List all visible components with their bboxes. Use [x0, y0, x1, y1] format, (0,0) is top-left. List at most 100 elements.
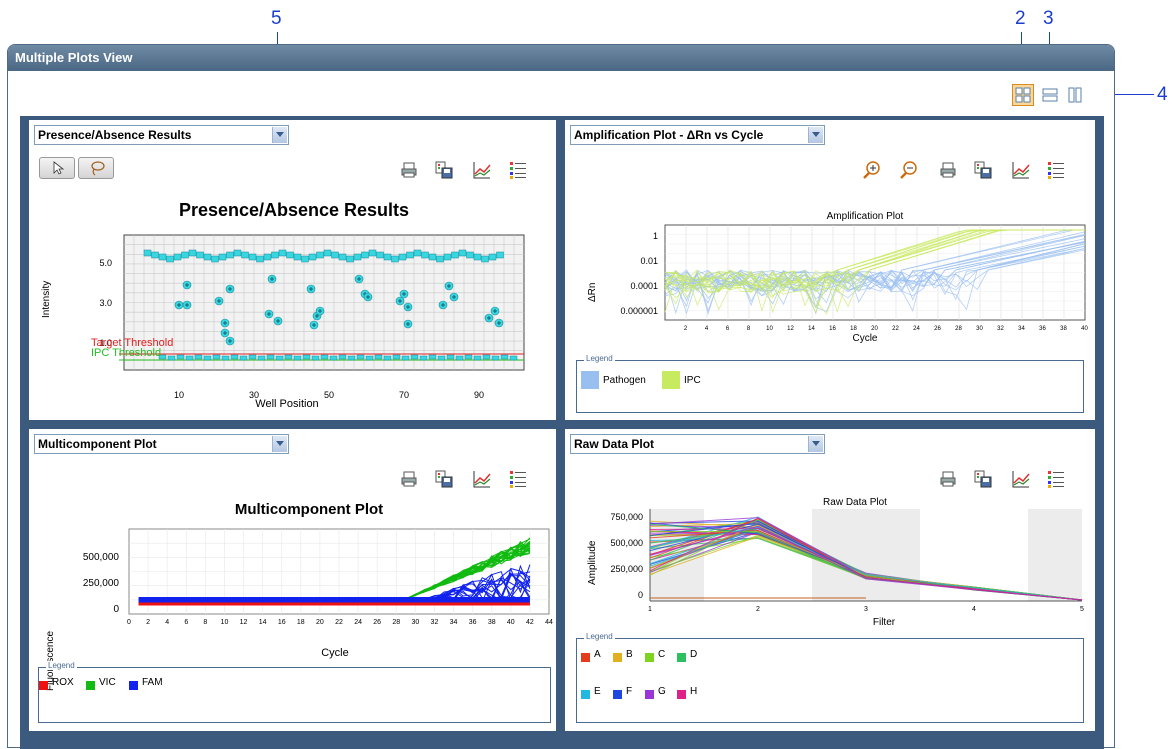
- y-axis-label: Intensity: [41, 281, 52, 318]
- x-tick-label: 44: [545, 619, 553, 626]
- x-tick-label: 4: [165, 619, 169, 626]
- plot-point: [226, 251, 234, 259]
- layout-rows-button[interactable]: [1039, 84, 1061, 106]
- plot-point: [329, 355, 338, 361]
- plot-point: [356, 354, 365, 360]
- y-tick-label: 0: [113, 604, 119, 615]
- plot-point: [176, 354, 185, 360]
- x-tick-label: 40: [1081, 326, 1088, 332]
- x-tick-label: 26: [373, 619, 381, 626]
- x-tick-label: 30: [976, 326, 983, 332]
- f-swatch: [613, 690, 622, 699]
- plot-point: [458, 249, 467, 257]
- x-tick-label: 8: [747, 326, 751, 332]
- y-tick-label: 500,000: [610, 538, 643, 548]
- plot-point: [158, 253, 167, 261]
- legend-item-fam: FAM: [129, 675, 163, 690]
- plot-point: [368, 249, 377, 257]
- plot-point: [496, 251, 504, 259]
- plot-point: [218, 253, 227, 261]
- x-tick-label: 40: [507, 619, 515, 626]
- y-tick-label: 500,000: [83, 552, 120, 563]
- rows-layout-icon: [1042, 88, 1058, 102]
- plot-point: [338, 253, 347, 261]
- plot-point: [248, 354, 257, 360]
- plot-point: [347, 355, 356, 361]
- x-tick-label: 38: [488, 619, 496, 626]
- x-tick-label: 14: [808, 326, 815, 332]
- g-swatch: [645, 690, 654, 699]
- x-tick-label: 5: [1080, 606, 1084, 613]
- band: [1028, 509, 1082, 601]
- x-tick-label: 30: [411, 619, 419, 626]
- plot-point: [392, 354, 401, 360]
- plot-point: [286, 251, 294, 259]
- plot-area: 1 2 3 4 5: [648, 509, 1084, 613]
- layout-grid-button[interactable]: [1012, 84, 1034, 106]
- y-tick-label: 5.0: [99, 258, 112, 268]
- plot-point: [481, 255, 489, 263]
- x-tick-label: 2: [146, 619, 150, 626]
- plot-point: [509, 355, 518, 361]
- fam-band: [138, 597, 530, 603]
- plot-point: [173, 253, 182, 261]
- legend-item-e: E: [581, 684, 601, 699]
- plot-point: [293, 355, 302, 361]
- x-tick-label: 28: [955, 326, 962, 332]
- plot-point: [167, 355, 176, 361]
- plot-point: [365, 355, 374, 361]
- x-tick-label: 4: [972, 606, 976, 613]
- plot-point: [233, 249, 242, 257]
- ipc-threshold-label: IPC Threshold: [91, 347, 161, 359]
- plot-point: [188, 249, 197, 257]
- plot-point: [196, 251, 204, 259]
- plot-point: [428, 354, 437, 360]
- x-tick-label: 36: [469, 619, 477, 626]
- x-tick-label: 4: [705, 326, 709, 332]
- legend-title: Legend: [584, 632, 615, 641]
- x-tick-label: 26: [934, 326, 941, 332]
- plot-point: [301, 255, 309, 263]
- legend-title: Legend: [46, 661, 77, 670]
- legend-item-g: G: [645, 684, 666, 699]
- plot-point: [383, 355, 392, 361]
- plot-point: [338, 354, 347, 360]
- ipc-swatch: [662, 371, 680, 389]
- plot-point: [464, 354, 473, 360]
- presence-absence-panel: Presence/Absence Results Presence/Absenc…: [29, 120, 556, 420]
- plot-area: 2 4 6 8 10 12 14 16 18 20 22 24 26 28 30 32 34 36 38 40: [664, 224, 1088, 332]
- y-tick-label: 750,000: [610, 512, 643, 522]
- rox-swatch: [39, 681, 48, 690]
- y-axis-label: Amplitude: [587, 540, 598, 585]
- plot-point: [257, 355, 266, 361]
- layout-columns-button[interactable]: [1064, 84, 1086, 106]
- x-tick-label: 10: [766, 326, 773, 332]
- x-tick-label: 24: [354, 619, 362, 626]
- x-tick-label: 14: [259, 619, 267, 626]
- plot-point: [488, 253, 497, 261]
- x-axis-label: Cycle: [321, 647, 349, 659]
- plot-point: [316, 251, 324, 259]
- plot-point: [203, 253, 212, 261]
- plot-point: [241, 251, 249, 259]
- plot-point: [284, 354, 293, 360]
- plot-point: [437, 355, 446, 361]
- h-swatch: [677, 690, 686, 699]
- x-axis-label: Well Position: [255, 398, 318, 410]
- x-tick-label: 42: [526, 619, 534, 626]
- chart-title: Amplification Plot: [827, 211, 904, 222]
- y-tick-label: 1: [653, 231, 658, 241]
- y-tick-label: 0.000001: [620, 306, 658, 316]
- plot-point: [308, 253, 317, 261]
- x-tick-label: 90: [474, 390, 484, 400]
- x-tick-label: 22: [892, 326, 899, 332]
- legend-item-pathogen: Pathogen: [581, 371, 646, 389]
- legend-item-c: C: [645, 647, 665, 662]
- c-swatch: [645, 653, 654, 662]
- x-tick-label: 6: [726, 326, 730, 332]
- legend-item-vic: VIC: [86, 675, 116, 690]
- grid-layout-icon: [1015, 87, 1031, 103]
- multiple-plots-window: Multiple Plots View Presence/Absence Res…: [7, 44, 1115, 749]
- legend-item-d: D: [677, 647, 697, 662]
- x-tick-label: 1: [648, 606, 652, 613]
